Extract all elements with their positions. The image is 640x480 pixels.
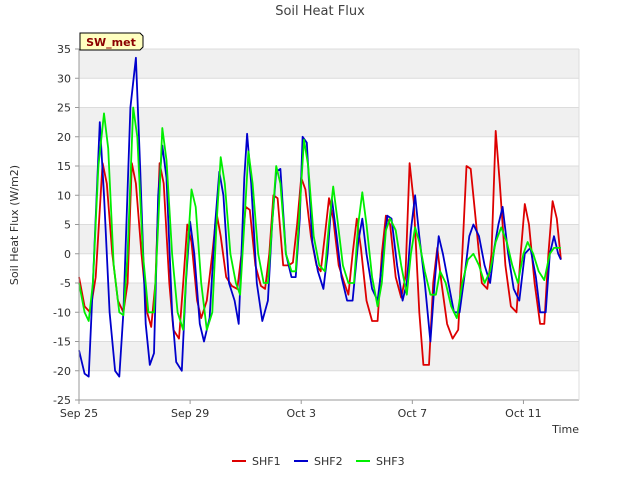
plot-band [79, 78, 579, 108]
y-tick-label: 10 [57, 189, 71, 202]
x-tick-labels: Sep 25 Sep 29 Oct 3 Oct 7 Oct 11 [60, 400, 542, 420]
station-tag-label: SW_met [86, 36, 136, 49]
x-tick-label: Oct 3 [286, 407, 316, 420]
y-tick-label: 35 [57, 43, 71, 56]
y-tick-label: 5 [64, 219, 71, 232]
legend-label-shf3: SHF3 [376, 455, 405, 468]
station-tag: SW_met [79, 32, 144, 51]
chart-title: Soil Heat Flux [275, 4, 365, 19]
y-axis-label: Soil Heat Flux (W/m2) [8, 165, 21, 285]
plot-band [79, 49, 579, 79]
y-tick-label: 30 [57, 72, 71, 85]
plot-band [79, 136, 579, 166]
legend: SHF1 SHF2 SHF3 [232, 455, 405, 468]
x-tick-label: Sep 29 [171, 407, 209, 420]
y-tick-label: -5 [60, 277, 71, 290]
x-tick-label: Oct 11 [505, 407, 542, 420]
legend-label-shf1: SHF1 [252, 455, 281, 468]
y-tick-label: 15 [57, 160, 71, 173]
y-tick-label: -20 [53, 365, 71, 378]
x-axis-label: Time [551, 423, 579, 436]
y-tick-label: 20 [57, 131, 71, 144]
plot-band [79, 107, 579, 137]
plot-band [79, 370, 579, 400]
plot-band [79, 253, 579, 283]
y-tick-label: -25 [53, 394, 71, 407]
y-tick-label: -10 [53, 306, 71, 319]
plot-band [79, 166, 579, 196]
y-tick-label: 0 [64, 248, 71, 261]
x-tick-label: Sep 25 [60, 407, 98, 420]
legend-label-shf2: SHF2 [314, 455, 343, 468]
chart-svg: -25-20-15-10-505101520253035 Sep 25 Sep 2… [8, 4, 580, 468]
y-tick-label: 25 [57, 102, 71, 115]
x-tick-label: Oct 7 [398, 407, 428, 420]
y-tick-label: -15 [53, 336, 71, 349]
y-tick-labels: -25 -20 -15 -10 -5 0 5 10 15 20 25 30 35 [53, 43, 79, 407]
